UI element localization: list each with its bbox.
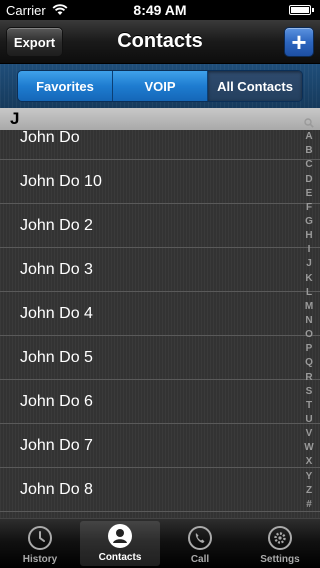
section-index[interactable]: A B C D E F G H I J K L M N O P Q R S T … <box>300 118 318 510</box>
segment-voip[interactable]: VOIP <box>113 71 208 101</box>
index-letter[interactable]: Q <box>305 357 313 368</box>
index-letter[interactable]: D <box>305 174 312 185</box>
tab-label: Contacts <box>98 552 142 563</box>
index-letter[interactable]: R <box>305 372 312 383</box>
status-left: Carrier <box>6 3 68 18</box>
gear-icon <box>268 526 292 550</box>
contact-row[interactable]: John Do 6 <box>0 380 320 424</box>
index-letter[interactable]: Z <box>306 485 312 496</box>
index-letter[interactable]: Y <box>306 471 313 482</box>
contact-row[interactable]: John Do 7 <box>0 424 320 468</box>
index-letter[interactable]: K <box>305 273 312 284</box>
contact-list[interactable]: John Do John Do 10 John Do 2 John Do 3 J… <box>0 130 320 518</box>
tab-history[interactable]: History <box>0 519 80 568</box>
index-letter[interactable]: P <box>306 343 313 354</box>
contacts-filter-control: Favorites VOIP All Contacts <box>17 70 303 102</box>
index-letter[interactable]: M <box>305 301 313 312</box>
navigation-bar: Export Contacts + <box>0 20 320 64</box>
add-contact-button[interactable]: + <box>284 27 314 57</box>
page-title: Contacts <box>117 30 203 52</box>
phone-icon <box>188 526 212 550</box>
battery-icon <box>289 5 314 15</box>
carrier-label: Carrier <box>6 2 46 18</box>
index-letter[interactable]: V <box>306 428 313 439</box>
segment-favorites[interactable]: Favorites <box>18 71 113 101</box>
index-letter[interactable]: G <box>305 216 313 227</box>
status-bar: Carrier 8:49 AM <box>0 0 320 20</box>
tab-contacts[interactable]: Contacts <box>80 521 160 566</box>
search-icon[interactable] <box>304 118 314 128</box>
tab-settings[interactable]: Settings <box>240 519 320 568</box>
contact-row[interactable]: John Do 3 <box>0 248 320 292</box>
index-letter[interactable]: U <box>305 414 312 425</box>
person-icon <box>108 524 132 548</box>
index-letter[interactable]: E <box>306 188 313 199</box>
index-letter[interactable]: L <box>306 287 312 298</box>
index-letter[interactable]: B <box>305 145 312 156</box>
segment-area: Favorites VOIP All Contacts <box>0 64 320 108</box>
index-letter[interactable]: X <box>306 456 313 467</box>
tab-call[interactable]: Call <box>160 519 240 568</box>
segment-all-contacts[interactable]: All Contacts <box>208 71 302 101</box>
index-letter[interactable]: O <box>305 329 313 340</box>
tab-label: Settings <box>260 554 300 565</box>
index-letter[interactable]: T <box>306 400 312 411</box>
contact-row[interactable]: John Do 5 <box>0 336 320 380</box>
tab-label: History <box>22 554 58 565</box>
clock-icon <box>28 526 52 550</box>
index-letter[interactable]: J <box>306 258 312 269</box>
tab-bar: History Contacts Call Settings <box>0 518 320 568</box>
index-letter[interactable]: A <box>305 131 312 142</box>
index-letter[interactable]: # <box>306 499 312 510</box>
index-letter[interactable]: F <box>306 202 312 213</box>
index-letter[interactable]: I <box>308 244 311 255</box>
contact-row[interactable]: John Do 4 <box>0 292 320 336</box>
index-letter[interactable]: C <box>305 159 312 170</box>
contacts-screen: Carrier 8:49 AM Export Contacts + Favori… <box>0 0 320 568</box>
index-letter[interactable]: W <box>304 442 313 453</box>
section-header: J <box>0 108 320 130</box>
export-button[interactable]: Export <box>6 27 63 57</box>
index-letter[interactable]: S <box>306 386 313 397</box>
contact-row[interactable]: John Do 2 <box>0 204 320 248</box>
index-letter[interactable]: N <box>305 315 312 326</box>
wifi-icon <box>52 4 68 15</box>
index-letter[interactable]: H <box>305 230 312 241</box>
contact-row[interactable]: John Do 10 <box>0 160 320 204</box>
contact-list-inner: John Do John Do 10 John Do 2 John Do 3 J… <box>0 130 320 512</box>
tab-label: Call <box>190 554 210 565</box>
contact-row[interactable]: John Do <box>0 130 320 160</box>
contact-row[interactable]: John Do 8 <box>0 468 320 512</box>
